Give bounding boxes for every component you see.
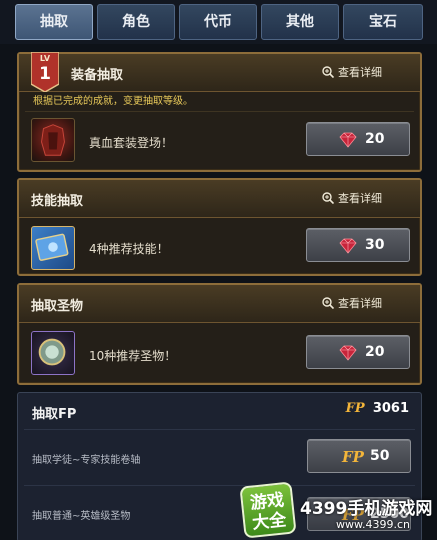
equipment-draw-panel: LV 1 装备抽取 查看详细 根据已完成的成就，变更抽取等级。 真血套装登场！ … [17,52,422,172]
skill-draw-cost-button[interactable]: 30 [306,228,410,262]
relic-draw-cost-button[interactable]: 20 [306,335,410,369]
game-logo: 游戏 大全 [239,481,297,539]
watermark-site-url: www.4399.cn [336,518,410,531]
fp-scroll-cost-value: 50 [370,448,390,464]
relic-cost-value: 20 [365,344,385,360]
blood-armor-set-icon [31,118,75,162]
magnifier-plus-icon [322,192,334,204]
ruby-gem-icon [339,345,357,361]
skill-scroll-icon [31,226,75,270]
skill-item-text: 4种推荐技能！ [89,242,169,256]
tab-draw[interactable]: 抽取 [15,4,93,40]
equipment-detail-label: 查看详细 [338,66,382,79]
level-value: 1 [39,64,51,84]
skill-detail-button[interactable]: 查看详细 [320,188,410,210]
relic-item-text: 10种推荐圣物！ [89,349,177,363]
ruby-gem-icon [339,132,357,148]
ruby-gem-icon [339,238,357,254]
tab-token[interactable]: 代币 [179,4,257,40]
logo-line-2: 大全 [251,510,288,534]
level-tag: LV [39,54,51,63]
fp-panel-title: 抽取FP [32,407,77,422]
equipment-draw-cost-button[interactable]: 20 [306,122,410,156]
fp-balance: FP 3061 [346,401,409,416]
equipment-detail-button[interactable]: 查看详细 [320,62,410,84]
skill-detail-label: 查看详细 [338,192,382,205]
divider [25,111,414,112]
fp-scroll-draw-button[interactable]: FP 50 [307,439,411,473]
site-watermark: 游戏 大全 4399手机游戏网 www.4399.cn [239,481,437,540]
divider [24,429,415,430]
equipment-cost-value: 20 [365,131,385,147]
relic-draw-panel: 抽取圣物 查看详细 10种推荐圣物！ 20 [17,283,422,385]
relic-detail-label: 查看详细 [338,297,382,310]
relic-panel-title: 抽取圣物 [31,299,84,314]
fp-balance-value: 3061 [372,401,409,416]
magnifier-plus-icon [322,297,334,309]
equipment-panel-title: 装备抽取 [71,68,124,83]
relic-detail-button[interactable]: 查看详细 [320,293,410,315]
fp-currency-icon: FP [342,448,364,466]
watermark-site-name: 4399手机游戏网 [300,499,433,519]
fp-row-relic-text: 抽取普通~英雄级圣物 [32,511,131,522]
fp-row-scroll-text: 抽取学徒~专家技能卷轴 [32,455,141,466]
magnifier-plus-icon [322,66,334,78]
tab-bar: 抽取 角色 代币 其他 宝石 [0,0,437,44]
tab-character[interactable]: 角色 [97,4,175,40]
tab-gem[interactable]: 宝石 [343,4,423,40]
equipment-item-text: 真血套装登场！ [89,136,174,150]
equipment-note: 根据已完成的成就，变更抽取等级。 [33,96,193,107]
fp-currency-icon: FP [345,401,365,416]
tab-other[interactable]: 其他 [261,4,339,40]
skill-draw-panel: 技能抽取 查看详细 4种推荐技能！ 30 [17,178,422,276]
relic-orb-icon [31,331,75,375]
skill-panel-title: 技能抽取 [31,194,84,209]
skill-cost-value: 30 [365,237,385,253]
